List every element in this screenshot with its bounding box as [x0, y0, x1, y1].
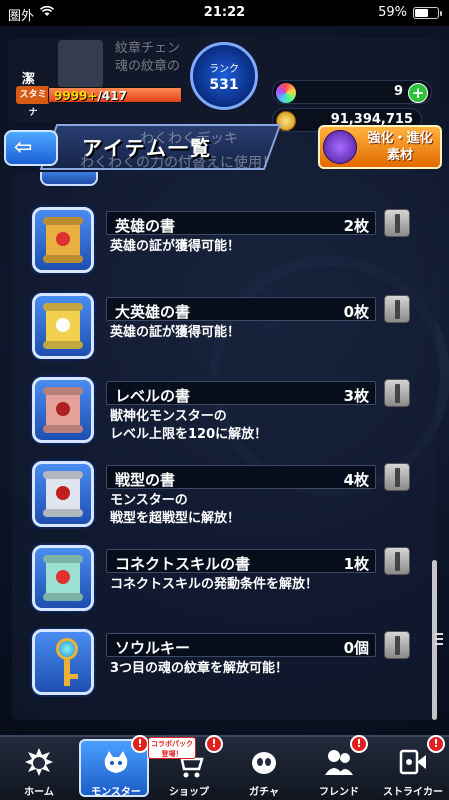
- item-description: 英雄の証が獲得可能！: [110, 239, 241, 254]
- page-title: アイテム一覧: [82, 136, 212, 160]
- title-bar: わくわくの力の付替えに使用！ わくわくデッキ ⇦ アイテム一覧 強化・進化素材: [0, 120, 449, 176]
- tab-label: ホーム: [24, 787, 54, 798]
- info-icon: [395, 300, 400, 319]
- info-button[interactable]: [384, 379, 410, 407]
- level-book-icon: [46, 389, 80, 431]
- tab-label: ストライカー: [383, 787, 443, 798]
- info-icon: [395, 384, 400, 403]
- item-description: コネクトスキルの発動条件を解放！: [110, 577, 319, 592]
- list-item[interactable]: 戦型の書 4枚 モンスターの 戦型を超戦型に解放！: [28, 461, 418, 533]
- gem-counter: 9 +: [272, 80, 432, 104]
- home-icon: [25, 748, 53, 776]
- item-description: 英雄の証が獲得可能！: [110, 325, 241, 340]
- status-bar: 圏外 21:22 59%: [0, 0, 449, 26]
- tab-gacha[interactable]: ガチャ: [229, 737, 299, 800]
- item-icon-frame: [32, 461, 94, 527]
- item-name: 戦型の書: [115, 471, 176, 489]
- evolve-materials-label: 強化・進化素材: [367, 131, 433, 163]
- item-name-bar: コネクトスキルの書 1枚: [106, 549, 376, 573]
- tab-label: フレンド: [319, 787, 359, 798]
- list-item[interactable]: コネクトスキルの書 1枚 コネクトスキルの発動条件を解放！: [28, 545, 418, 617]
- item-name-bar: 大英雄の書 0枚: [106, 297, 376, 321]
- item-name: コネクトスキルの書: [115, 555, 251, 573]
- info-button[interactable]: [384, 209, 410, 237]
- item-description: 3つ目の魂の紋章を解放可能！: [110, 661, 289, 676]
- monster-icon: [104, 751, 128, 773]
- collab-pack-label: コラボパック 登場！: [148, 737, 196, 759]
- info-button[interactable]: [384, 463, 410, 491]
- item-name: ソウルキー: [115, 639, 191, 657]
- list-item[interactable]: ソウルキー 0個 3つ目の魂の紋章を解放可能！: [28, 629, 418, 701]
- info-button[interactable]: [384, 547, 410, 575]
- partial-item-icon: [40, 172, 98, 186]
- info-button[interactable]: [384, 631, 410, 659]
- ghost-banner-card: [58, 40, 103, 88]
- item-icon-frame: [32, 207, 94, 273]
- item-name-bar: レベルの書 3枚: [106, 381, 376, 405]
- notification-badge: !: [205, 735, 223, 753]
- item-name: 大英雄の書: [115, 303, 191, 321]
- evolve-orb-icon: [323, 130, 357, 164]
- battery-icon: [413, 7, 442, 19]
- item-name-bar: 戦型の書 4枚: [106, 465, 376, 489]
- item-count: 0枚: [343, 303, 369, 321]
- list-item[interactable]: レベルの書 3枚 獣神化モンスターの レベル上限を120に解放！: [28, 377, 418, 449]
- player-header: 紋章チェン 魂の紋章の 潔 スタミナ 9999+/417 ランク 531 9 +…: [0, 28, 449, 132]
- info-icon: [395, 468, 400, 487]
- info-icon: [395, 552, 400, 571]
- battery-percent: 59%: [378, 5, 407, 20]
- notification-badge: !: [350, 735, 368, 753]
- gem-count: 9: [393, 84, 403, 99]
- player-name: 潔: [22, 72, 36, 87]
- rank-label: ランク: [209, 64, 239, 75]
- notification-badge: !: [131, 735, 149, 753]
- scroll-grip-icon[interactable]: [435, 633, 443, 651]
- item-count: 0個: [343, 639, 369, 657]
- notification-badge: !: [427, 735, 445, 753]
- item-description: 獣神化モンスターの レベル上限を120に解放！: [110, 409, 268, 442]
- bottom-nav: ホーム モンスター ショップ ガチャ フレンド ストライカー ! コラボパック …: [0, 735, 449, 800]
- friend-icon: [325, 750, 353, 775]
- item-count: 4枚: [343, 471, 369, 489]
- battle-type-book-icon: [46, 473, 80, 515]
- back-arrow-icon: ⇦: [14, 135, 33, 160]
- connect-skill-book-icon: [46, 557, 80, 599]
- item-icon-frame: [32, 629, 94, 695]
- item-icon-frame: [32, 545, 94, 611]
- orb-icon: [276, 83, 296, 103]
- rank-value: 531: [209, 77, 239, 93]
- stamina-icon: スタミナ: [16, 86, 50, 118]
- item-name: レベルの書: [115, 387, 191, 405]
- item-icon-frame: [32, 293, 94, 359]
- item-description: モンスターの 戦型を超戦型に解放！: [110, 493, 241, 526]
- info-icon: [395, 214, 400, 233]
- item-icon-frame: [32, 377, 94, 443]
- stamina-text: 9999+/417: [54, 89, 127, 103]
- hero-book-icon: [46, 219, 80, 261]
- list-item[interactable]: 英雄の書 2枚 英雄の証が獲得可能！: [28, 207, 418, 279]
- tab-label: ショップ: [169, 787, 209, 798]
- soul-key-icon: [56, 638, 78, 688]
- item-name-bar: ソウルキー 0個: [106, 633, 376, 657]
- back-button[interactable]: ⇦: [4, 130, 58, 166]
- tab-home[interactable]: ホーム: [4, 737, 74, 800]
- item-name: 英雄の書: [115, 217, 176, 235]
- item-count: 3枚: [343, 387, 369, 405]
- item-count: 2枚: [343, 217, 369, 235]
- item-count: 1枚: [343, 555, 369, 573]
- rank-badge[interactable]: ランク 531: [190, 42, 258, 110]
- tab-label: モンスター: [91, 787, 141, 798]
- evolve-materials-button[interactable]: 強化・進化素材: [318, 125, 442, 169]
- info-button[interactable]: [384, 295, 410, 323]
- tab-label: ガチャ: [249, 787, 279, 798]
- add-gems-button[interactable]: +: [408, 83, 428, 103]
- gacha-icon: [252, 752, 276, 774]
- info-icon: [395, 636, 400, 655]
- great-hero-book-icon: [46, 305, 80, 347]
- striker-icon: [399, 749, 426, 775]
- list-item[interactable]: 大英雄の書 0枚 英雄の証が獲得可能！: [28, 293, 418, 365]
- item-name-bar: 英雄の書 2枚: [106, 211, 376, 235]
